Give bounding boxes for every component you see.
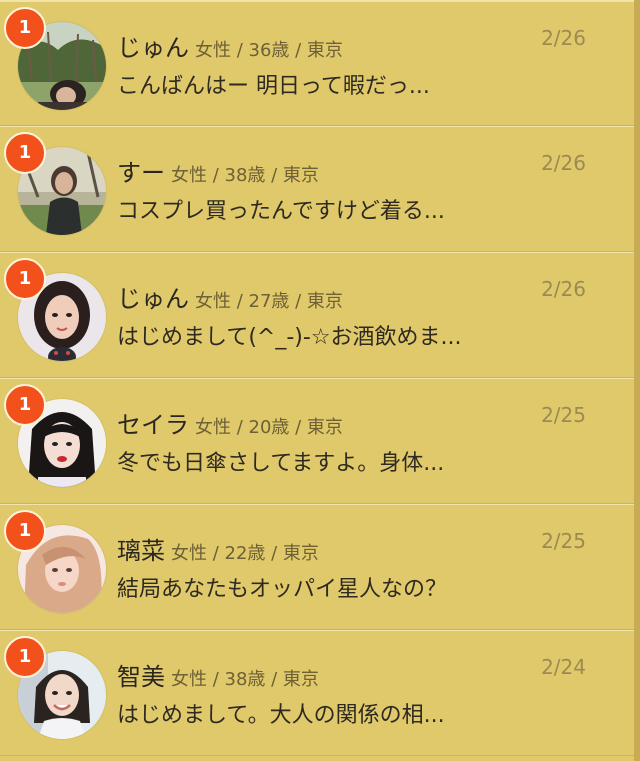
sender-name: セイラ (117, 411, 189, 439)
message-row[interactable]: 1 じゅん 女性 / 27歳 / 東京 2/26 はじめまして(^_-)-☆お酒飲… (0, 252, 634, 378)
sender-line: じゅん 女性 / 36歳 / 東京 (117, 28, 343, 63)
message-date: 2/26 (541, 277, 586, 301)
message-preview: コスプレ買ったんですけど着る... (117, 199, 445, 224)
sender-name: 璃菜 (117, 537, 165, 565)
sender-name: じゅん (117, 285, 189, 313)
message-row[interactable]: 1 じゅん 女性 / 36歳 / 東京 2/26 こんばんはー 明日って暇だっ..… (0, 0, 634, 126)
sender-line: 璃菜 女性 / 22歳 / 東京 (117, 531, 319, 566)
message-row[interactable]: 1 璃菜 女性 / 22歳 / 東京 2/25 結局あなたもオッパイ星人なの？ (0, 504, 634, 630)
sender-meta: 女性 / 36歳 / 東京 (195, 40, 343, 61)
unread-badge: 1 (4, 510, 46, 552)
sender-meta: 女性 / 38歳 / 東京 (171, 165, 319, 186)
sender-meta: 女性 / 38歳 / 東京 (171, 669, 319, 690)
unread-badge: 1 (4, 636, 46, 678)
unread-badge: 1 (4, 7, 46, 49)
unread-badge: 1 (4, 384, 46, 426)
sender-line: すー 女性 / 38歳 / 東京 (117, 153, 319, 188)
message-row[interactable]: 1 セイラ 女性 / 20歳 / 東京 2/25 冬でも日傘さしてますよ。身体..… (0, 378, 634, 504)
sender-meta: 女性 / 22歳 / 東京 (171, 543, 319, 564)
sender-name: すー (117, 159, 165, 187)
message-preview: 結局あなたもオッパイ星人なの？ (117, 577, 448, 602)
unread-badge: 1 (4, 258, 46, 300)
message-preview: はじめまして。大人の関係の相... (117, 703, 445, 728)
message-list: 1 じゅん 女性 / 36歳 / 東京 2/26 こんばんはー 明日って暇だっ..… (0, 0, 640, 761)
message-row[interactable]: 1 智美 女性 / 38歳 / 東京 2/24 はじめまして。大人の関係の相... (0, 630, 634, 756)
sender-name: じゅん (117, 34, 189, 62)
message-date: 2/25 (541, 529, 586, 553)
message-preview: 冬でも日傘さしてますよ。身体... (117, 451, 445, 476)
message-date: 2/26 (541, 151, 586, 175)
message-preview: こんばんはー 明日って暇だっ... (117, 74, 430, 99)
message-row[interactable]: 1 すー 女性 / 38歳 / 東京 2/26 コスプレ買ったんですけど着る... (0, 126, 634, 252)
sender-line: じゅん 女性 / 27歳 / 東京 (117, 279, 343, 314)
sender-meta: 女性 / 27歳 / 東京 (195, 291, 343, 312)
message-date: 2/25 (541, 403, 586, 427)
message-date: 2/24 (541, 655, 586, 679)
sender-name: 智美 (117, 663, 165, 691)
sender-meta: 女性 / 20歳 / 東京 (195, 417, 343, 438)
message-preview: はじめまして(^_-)-☆お酒飲めま... (117, 325, 462, 350)
unread-badge: 1 (4, 132, 46, 174)
sender-line: セイラ 女性 / 20歳 / 東京 (117, 405, 343, 440)
message-date: 2/26 (541, 26, 586, 50)
sender-line: 智美 女性 / 38歳 / 東京 (117, 657, 319, 692)
